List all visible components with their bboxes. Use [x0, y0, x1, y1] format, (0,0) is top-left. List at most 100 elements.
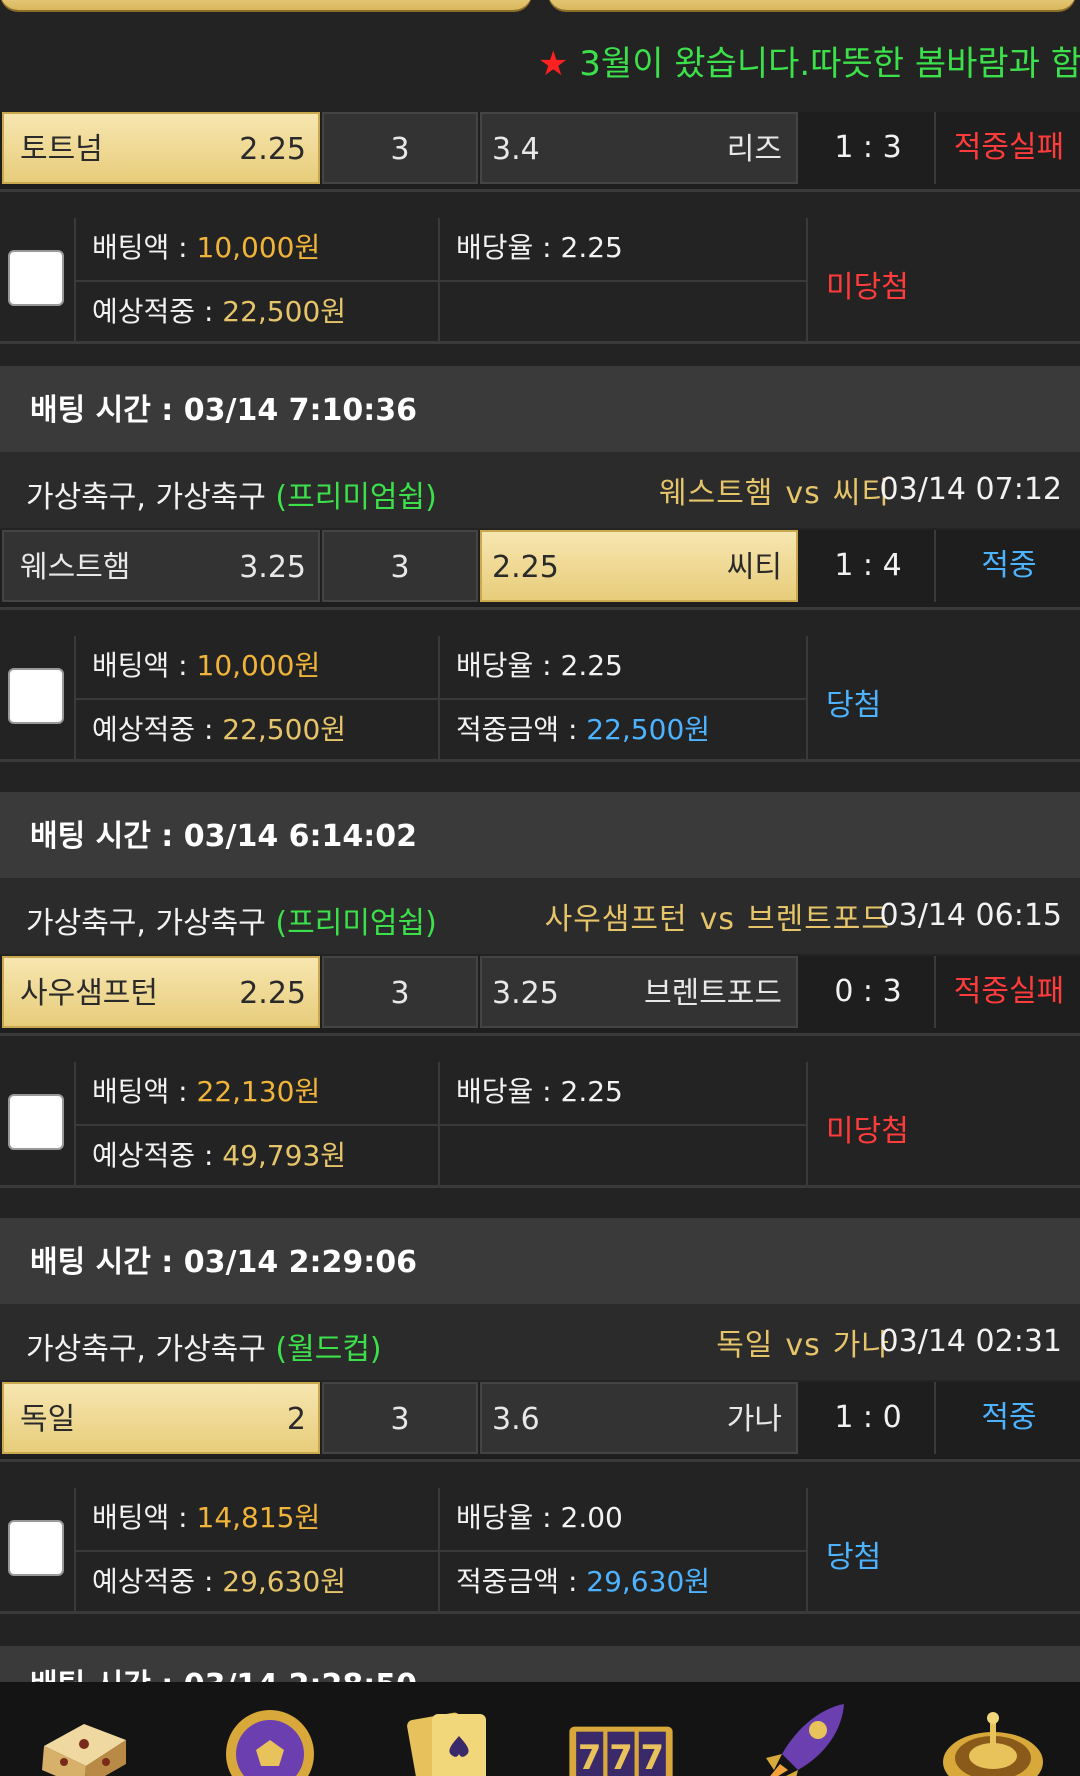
away-odds: 3.6: [492, 1402, 540, 1437]
time-label: 배팅 시간 :: [30, 819, 184, 854]
dice-icon[interactable]: [34, 1696, 144, 1776]
result-badge: 적중실패: [953, 974, 1065, 1009]
league-name: 가상축구, 가상축구 (월드컵): [26, 1324, 382, 1368]
expected-amount: 29,630원: [222, 1565, 347, 1598]
bet-amount: 10,000원: [196, 649, 321, 682]
draw-odds-cell[interactable]: 3: [322, 530, 478, 602]
match-away: 브렌트포드: [747, 902, 890, 937]
bet-detail: 배팅액 : 22,130원 예상적중 : 49,793원 배당율 : 2.25 …: [0, 1062, 1080, 1188]
select-checkbox[interactable]: [8, 250, 64, 306]
result-badge: 적중: [981, 548, 1037, 583]
expected-amount: 22,500원: [222, 295, 347, 328]
home-team: 웨스트햄: [20, 550, 131, 585]
select-checkbox[interactable]: [8, 668, 64, 724]
result-badge: 적중: [981, 1400, 1037, 1435]
top-gold-button-left[interactable]: [0, 0, 532, 10]
game-info-row: 가상축구, 가상축구 (월드컵) 독일 vs 가나 03/14 02:31: [0, 1304, 1080, 1380]
expected-label: 예상적중 :: [92, 713, 223, 746]
bet-time: 03/14 6:14:02: [183, 819, 417, 854]
league-text: 가상축구, 가상축구: [26, 906, 266, 941]
league-name: 가상축구, 가상축구 (프리미엄쉽): [26, 898, 437, 942]
bet-amount: 10,000원: [196, 231, 321, 264]
draw-odds-cell[interactable]: 3: [322, 112, 478, 184]
bet-time-bar: 배팅 시간 : 03/14 2:29:06: [0, 1218, 1080, 1304]
odds-rate: 2.00: [560, 1501, 623, 1534]
soccer-ball-icon[interactable]: [214, 1696, 324, 1776]
match-date: 03/14 07:12: [879, 472, 1062, 507]
home-team: 사우샘프턴: [20, 976, 158, 1011]
win-status: 미당첨: [826, 1114, 909, 1149]
away-odds-cell[interactable]: 3.6 가나: [480, 1382, 798, 1454]
away-odds-cell[interactable]: 3.4 리즈: [480, 112, 798, 184]
odds-row: 사우샘프턴 2.25 3 3.25 브렌트포드 0 : 3 적중실패: [0, 956, 1080, 1036]
bet-item: 배팅 시간 : 03/14 7:10:36 가상축구, 가상축구 (프리미엄쉽)…: [0, 366, 1080, 762]
vs-label: vs: [699, 902, 735, 937]
league-tag: (프리미엄쉽): [275, 480, 437, 515]
bet-amount-label: 배팅액 :: [92, 1501, 197, 1534]
bet-item: 배팅 시간 : 03/14 6:14:02 가상축구, 가상축구 (프리미엄쉽)…: [0, 792, 1080, 1188]
odds-rate: 2.25: [560, 231, 623, 264]
home-odds-cell[interactable]: 토트넘 2.25: [2, 112, 320, 184]
home-team: 독일: [20, 1402, 76, 1437]
away-odds: 3.4: [492, 132, 540, 167]
odds-row: 웨스트햄 3.25 3 2.25 씨티 1 : 4 적중: [0, 530, 1080, 610]
odds-rate-label: 배당율 :: [456, 1501, 561, 1534]
bottom-game-nav: 7 7 7: [0, 1682, 1080, 1776]
bet-amount-label: 배팅액 :: [92, 231, 197, 264]
win-amount: 29,630원: [586, 1565, 711, 1598]
expected-label: 예상적중 :: [92, 1139, 223, 1172]
home-odds-cell[interactable]: 사우샘프턴 2.25: [2, 956, 320, 1028]
marquee-text: 3월이 왔습니다.따뜻한 봄바람과 함: [568, 44, 1080, 84]
rocket-icon[interactable]: [752, 1696, 862, 1776]
league-text: 가상축구, 가상축구: [26, 1332, 266, 1367]
game-info-row: 가상축구, 가상축구 (프리미엄쉽) 사우샘프턴 vs 브렌트포드 03/14 06…: [0, 878, 1080, 954]
home-odds: 2: [286, 1402, 306, 1437]
game-info-row: 가상축구, 가상축구 (프리미엄쉽) 웨스트햄 vs 씨티 03/14 07:12: [0, 452, 1080, 528]
select-checkbox[interactable]: [8, 1094, 64, 1150]
away-odds-cell[interactable]: 2.25 씨티: [480, 530, 798, 602]
vs-label: vs: [785, 476, 821, 511]
match-date: 03/14 02:31: [879, 1324, 1062, 1359]
win-status: 미당첨: [826, 270, 909, 305]
vs-label: vs: [785, 1328, 821, 1363]
bet-amount-label: 배팅액 :: [92, 649, 197, 682]
odds-rate: 2.25: [560, 1075, 623, 1108]
score: 0 : 3: [802, 956, 936, 1028]
win-amount-label: 적중금액 :: [456, 713, 587, 746]
bet-time: 03/14 7:10:36: [183, 393, 417, 428]
draw-odds-cell[interactable]: 3: [322, 956, 478, 1028]
home-odds-cell[interactable]: 독일 2: [2, 1382, 320, 1454]
roulette-icon[interactable]: [938, 1696, 1048, 1776]
notice-marquee: ★ 3월이 왔습니다.따뜻한 봄바람과 함: [0, 28, 1080, 84]
time-label: 배팅 시간 :: [30, 393, 184, 428]
odds-row: 독일 2 3 3.6 가나 1 : 0 적중: [0, 1382, 1080, 1462]
top-gold-button-right[interactable]: [548, 0, 1076, 10]
home-team: 토트넘: [20, 132, 103, 167]
away-team: 리즈: [726, 132, 782, 167]
expected-amount: 22,500원: [222, 713, 347, 746]
match-title: 사우샘프턴 vs 브렌트포드: [545, 894, 890, 938]
draw-odds-cell[interactable]: 3: [322, 1382, 478, 1454]
slot-777-icon[interactable]: 7 7 7: [566, 1696, 676, 1776]
league-tag: (월드컵): [275, 1332, 382, 1367]
away-odds: 3.25: [492, 976, 559, 1011]
star-icon: ★: [538, 44, 569, 84]
home-odds: 2.25: [239, 976, 306, 1011]
svg-text:7: 7: [578, 1738, 602, 1776]
select-checkbox[interactable]: [8, 1520, 64, 1576]
score: 1 : 4: [802, 530, 936, 602]
match-home: 사우샘프턴: [544, 902, 688, 937]
bet-time-bar: 배팅 시간 : 03/14 7:10:36: [0, 366, 1080, 452]
home-odds-cell[interactable]: 웨스트햄 3.25: [2, 530, 320, 602]
bet-time-bar-partial: 배팅 시간 : 03/14 2:28:50: [0, 1646, 1080, 1686]
playing-cards-icon[interactable]: [398, 1696, 508, 1776]
bet-detail: 배팅액 : 14,815원 예상적중 : 29,630원 배당율 : 2.00 …: [0, 1488, 1080, 1614]
home-odds: 2.25: [239, 132, 306, 167]
match-title: 웨스트햄 vs 씨티: [659, 468, 890, 512]
league-text: 가상축구, 가상축구: [26, 480, 266, 515]
odds-rate-label: 배당율 :: [456, 231, 561, 264]
odds-rate: 2.25: [560, 649, 623, 682]
expected-amount: 49,793원: [222, 1139, 347, 1172]
away-odds-cell[interactable]: 3.25 브렌트포드: [480, 956, 798, 1028]
away-odds: 2.25: [492, 550, 559, 585]
